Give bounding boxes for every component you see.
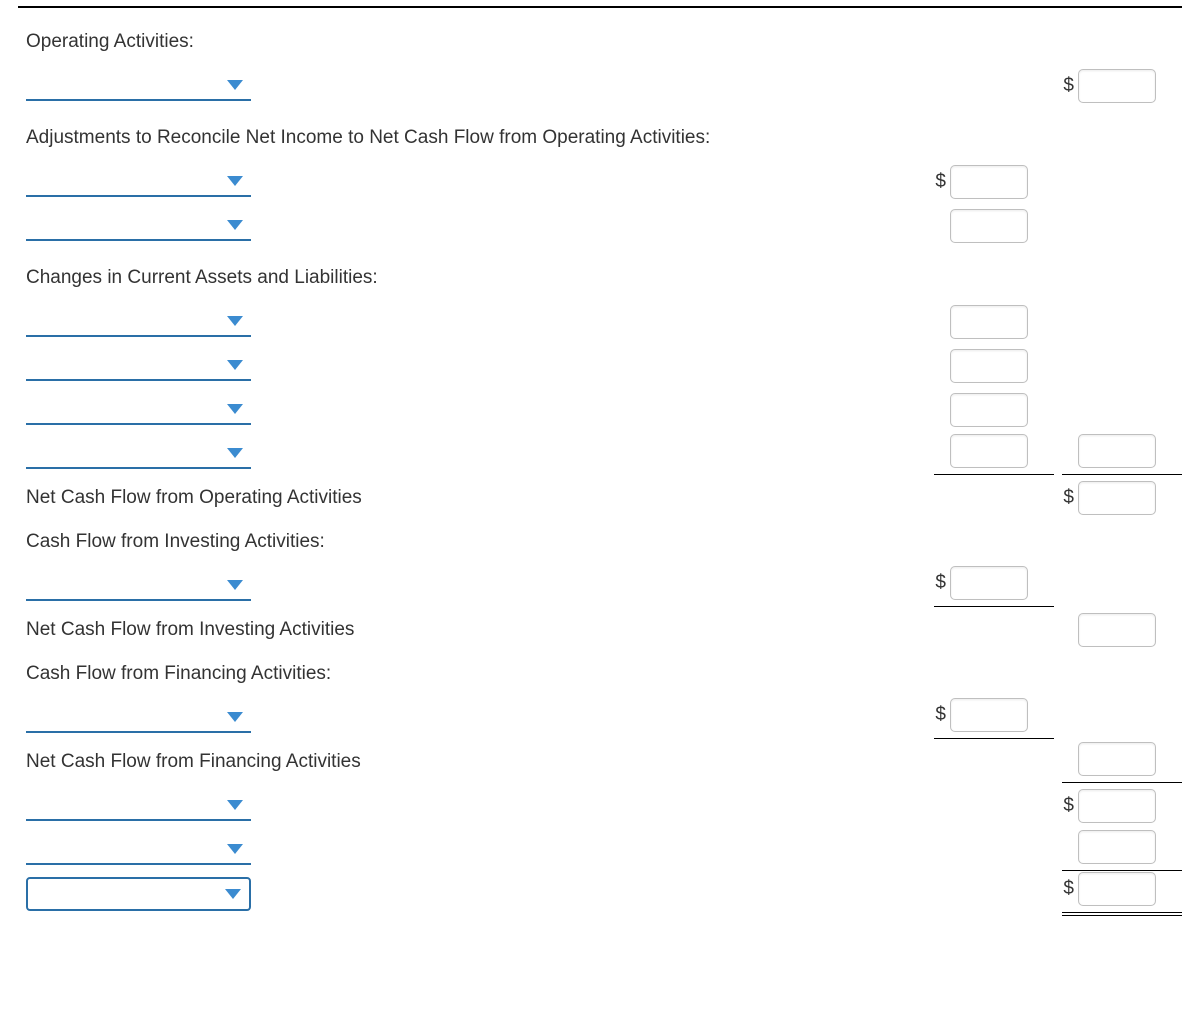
chevron-down-icon [227, 80, 243, 90]
currency-symbol: $ [1062, 878, 1074, 900]
input-changes-subtotal-total[interactable] [1078, 434, 1156, 468]
input-financing-1-sub[interactable] [950, 698, 1028, 732]
dropdown-summary-3[interactable] [26, 877, 251, 911]
input-operating-1-total[interactable] [1078, 69, 1156, 103]
dropdown-adjustments-1[interactable] [26, 167, 251, 197]
chevron-down-icon [227, 316, 243, 326]
heading-adjustments: Adjustments to Reconcile Net Income to N… [18, 121, 934, 155]
dropdown-changes-1[interactable] [26, 307, 251, 337]
input-summary-3-total[interactable] [1078, 872, 1156, 906]
chevron-down-icon [227, 360, 243, 370]
chevron-down-icon [227, 712, 243, 722]
chevron-down-icon [227, 800, 243, 810]
chevron-down-icon [225, 889, 241, 899]
chevron-down-icon [227, 404, 243, 414]
heading-changes: Changes in Current Assets and Liabilitie… [18, 261, 934, 295]
heading-operating: Operating Activities: [18, 25, 934, 59]
dropdown-investing-1[interactable] [26, 571, 251, 601]
dropdown-changes-4[interactable] [26, 439, 251, 469]
currency-symbol: $ [1062, 75, 1074, 97]
dropdown-financing-1[interactable] [26, 703, 251, 733]
input-net-financing-total[interactable] [1078, 742, 1156, 776]
chevron-down-icon [227, 844, 243, 854]
dropdown-summary-1[interactable] [26, 791, 251, 821]
chevron-down-icon [227, 176, 243, 186]
label-net-investing: Net Cash Flow from Investing Activities [18, 613, 934, 647]
heading-financing: Cash Flow from Financing Activities: [18, 657, 934, 691]
input-changes-3-sub[interactable] [950, 393, 1028, 427]
chevron-down-icon [227, 580, 243, 590]
input-changes-1-sub[interactable] [950, 305, 1028, 339]
chevron-down-icon [227, 220, 243, 230]
input-summary-2-total[interactable] [1078, 830, 1156, 864]
currency-symbol: $ [1062, 795, 1074, 817]
label-net-financing: Net Cash Flow from Financing Activities [18, 745, 934, 779]
input-changes-2-sub[interactable] [950, 349, 1028, 383]
input-adjustments-2-sub[interactable] [950, 209, 1028, 243]
dropdown-adjustments-2[interactable] [26, 211, 251, 241]
currency-symbol: $ [934, 572, 946, 594]
dropdown-summary-2[interactable] [26, 835, 251, 865]
currency-symbol: $ [934, 704, 946, 726]
input-adjustments-1-sub[interactable] [950, 165, 1028, 199]
dropdown-changes-2[interactable] [26, 351, 251, 381]
input-net-operating-total[interactable] [1078, 481, 1156, 515]
dropdown-changes-3[interactable] [26, 395, 251, 425]
heading-investing: Cash Flow from Investing Activities: [18, 525, 934, 559]
top-rule [18, 6, 1182, 8]
dropdown-operating-1[interactable] [26, 71, 251, 101]
input-net-investing-total[interactable] [1078, 613, 1156, 647]
currency-symbol: $ [934, 171, 946, 193]
input-investing-1-sub[interactable] [950, 566, 1028, 600]
currency-symbol: $ [1062, 487, 1074, 509]
input-changes-4-sub[interactable] [950, 434, 1028, 468]
input-summary-1-total[interactable] [1078, 789, 1156, 823]
chevron-down-icon [227, 448, 243, 458]
label-net-operating: Net Cash Flow from Operating Activities [18, 481, 934, 515]
